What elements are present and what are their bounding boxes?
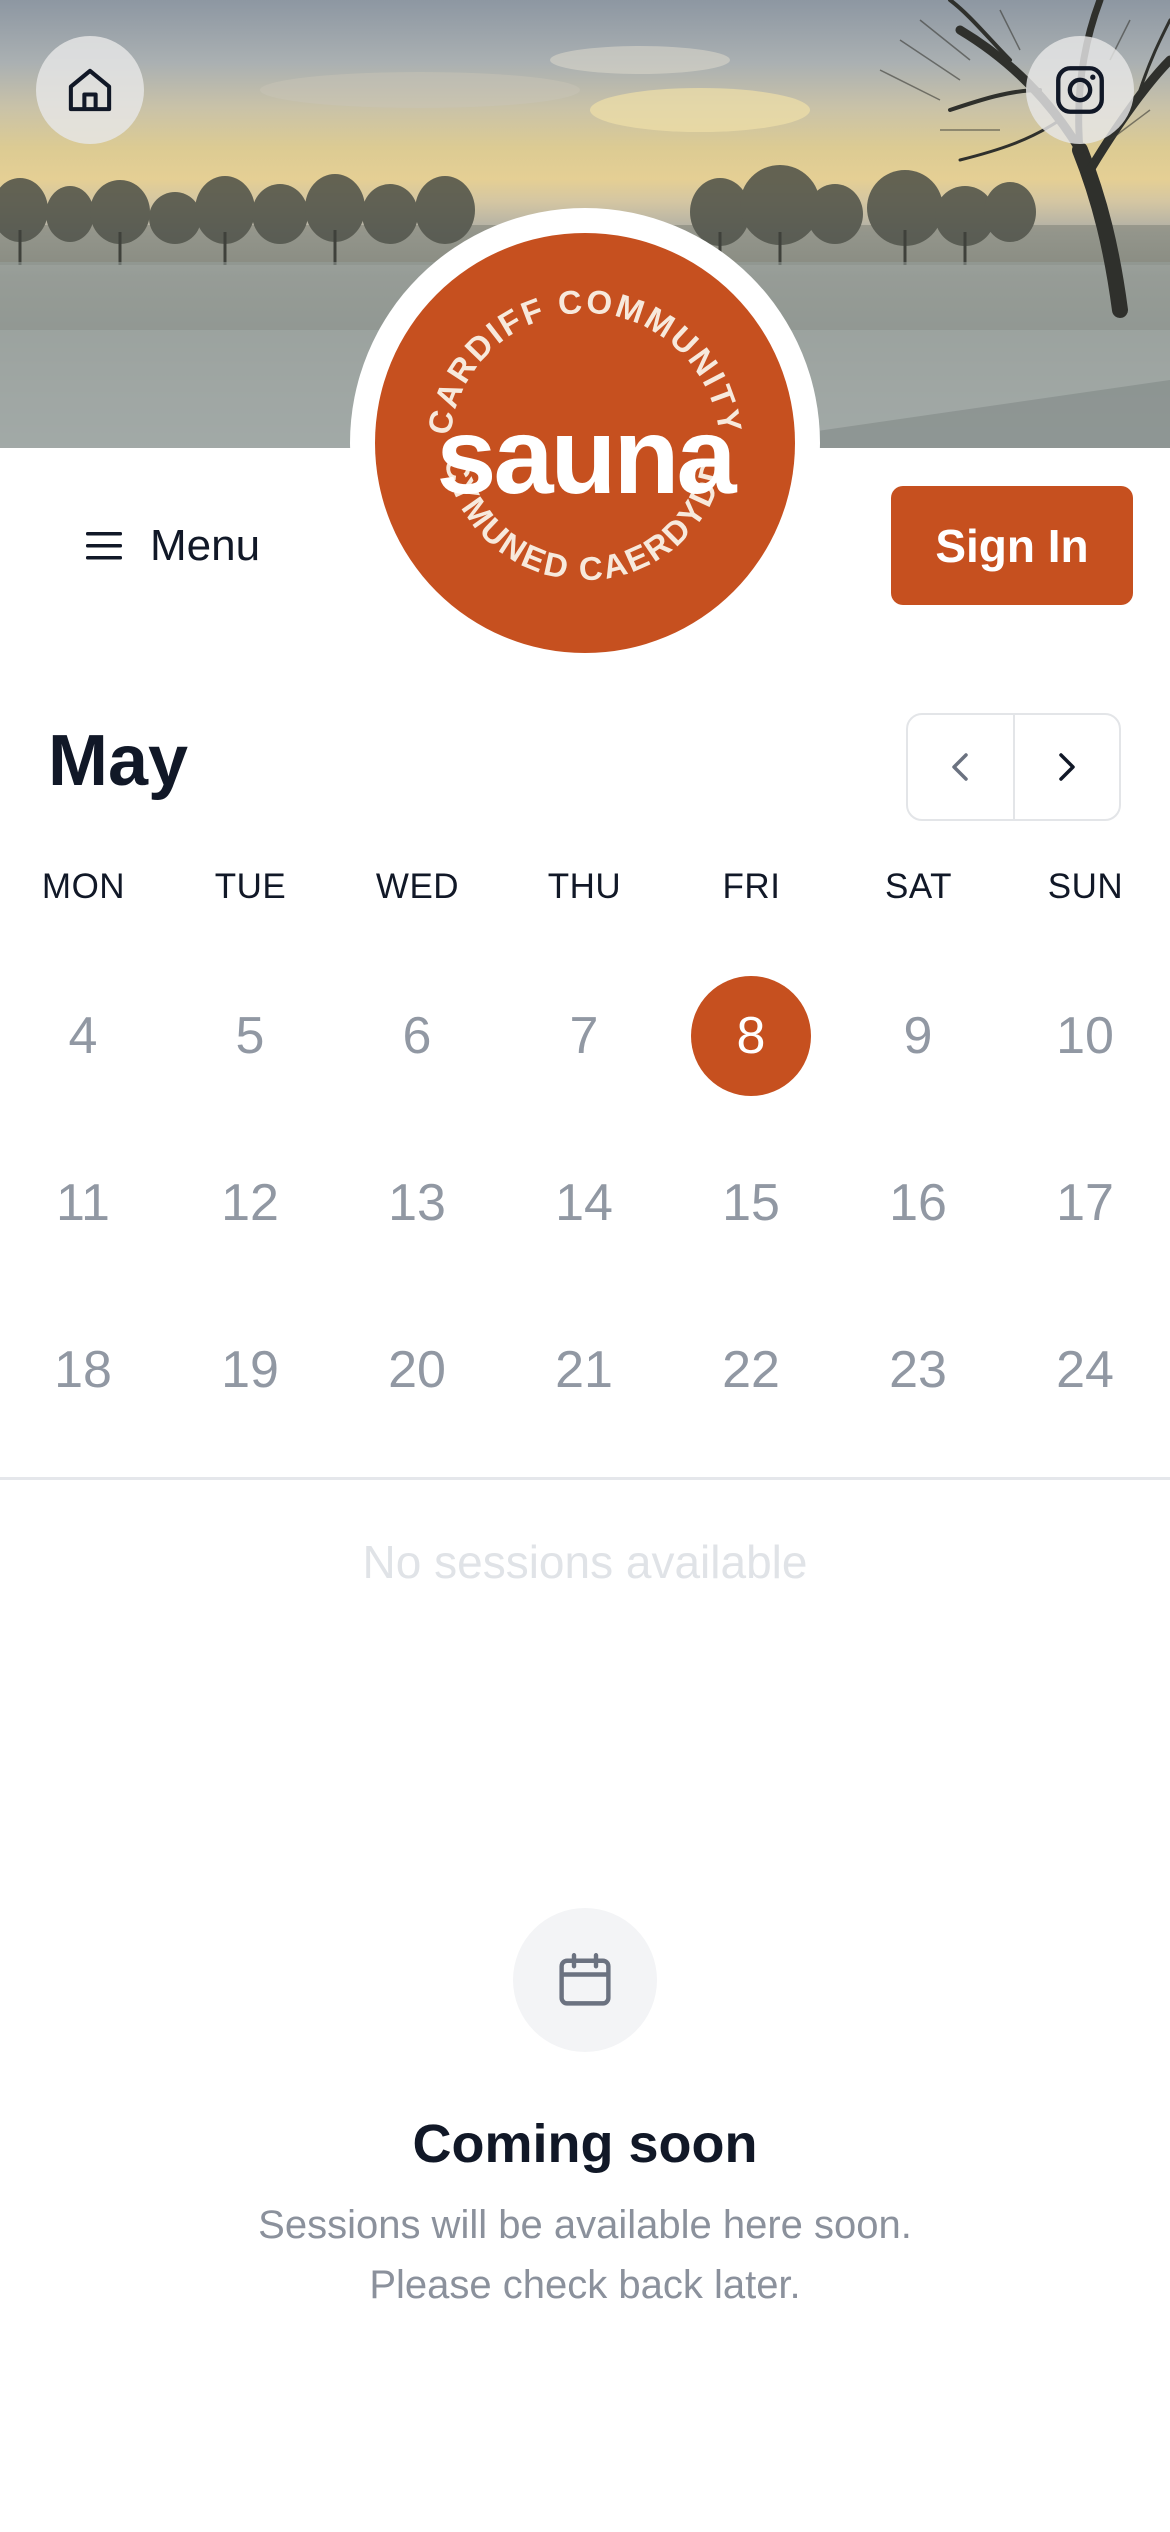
calendar-day[interactable]: 19 bbox=[190, 1310, 310, 1430]
empty-state-text-line-2: Please check back later. bbox=[369, 2263, 801, 2307]
no-sessions-label: No sessions available bbox=[362, 1536, 808, 1588]
weekday-sun: SUN bbox=[1047, 867, 1124, 906]
calendar-day[interactable]: 16 bbox=[858, 1143, 978, 1263]
menu-button[interactable]: Menu bbox=[84, 508, 260, 584]
sauna-logo[interactable]: CARDIFF COMMUNITY CYMUNED CAERDYDD sauna bbox=[375, 233, 795, 653]
calendar-divider bbox=[0, 1477, 1170, 1480]
logo-graphic: CARDIFF COMMUNITY CYMUNED CAERDYDD sauna bbox=[420, 282, 747, 587]
month-title: May bbox=[48, 721, 189, 801]
calendar-day-selected[interactable]: 8 bbox=[691, 976, 811, 1096]
calendar-day[interactable]: 23 bbox=[858, 1310, 978, 1430]
weekday-fri: FRI bbox=[722, 867, 781, 906]
weekday-header-row: MON TUE WED THU FRI SAT SUN bbox=[0, 867, 1170, 917]
calendar-day[interactable]: 5 bbox=[190, 976, 310, 1096]
empty-state-title: Coming soon bbox=[412, 2114, 758, 2174]
month-navigation bbox=[906, 713, 1121, 821]
calendar-day[interactable]: 9 bbox=[858, 976, 978, 1096]
calendar-day[interactable]: 6 bbox=[357, 976, 477, 1096]
sign-in-button[interactable]: Sign In bbox=[891, 486, 1133, 605]
calendar-day[interactable]: 24 bbox=[1025, 1310, 1145, 1430]
calendar-day[interactable]: 13 bbox=[357, 1143, 477, 1263]
weekday-sat: SAT bbox=[885, 867, 952, 906]
home-button[interactable] bbox=[36, 36, 144, 144]
previous-month-button[interactable] bbox=[908, 715, 1015, 819]
weekday-thu: THU bbox=[547, 867, 622, 906]
calendar-day[interactable]: 21 bbox=[524, 1310, 644, 1430]
next-month-button[interactable] bbox=[1015, 715, 1120, 819]
page: CARDIFF COMMUNITY CYMUNED CAERDYDD sauna… bbox=[0, 0, 1170, 2532]
instagram-icon bbox=[1056, 66, 1104, 114]
calendar-day[interactable]: 18 bbox=[23, 1310, 143, 1430]
calendar-day[interactable]: 20 bbox=[357, 1310, 477, 1430]
calendar-day[interactable]: 10 bbox=[1025, 976, 1145, 1096]
weekday-wed: WED bbox=[375, 867, 460, 906]
empty-state-text-line-1: Sessions will be available here soon. bbox=[258, 2203, 912, 2247]
calendar-day[interactable]: 12 bbox=[190, 1143, 310, 1263]
menu-label: Menu bbox=[150, 521, 261, 570]
calendar-day[interactable]: 15 bbox=[691, 1143, 811, 1263]
calendar-day[interactable]: 7 bbox=[524, 976, 644, 1096]
logo-wordmark: sauna bbox=[436, 395, 737, 516]
calendar-day[interactable]: 11 bbox=[23, 1143, 143, 1263]
weekday-mon: MON bbox=[41, 867, 126, 906]
hamburger-icon bbox=[86, 532, 122, 560]
calendar-day[interactable]: 17 bbox=[1025, 1143, 1145, 1263]
weekday-tue: TUE bbox=[214, 867, 287, 906]
instagram-button[interactable] bbox=[1026, 36, 1134, 144]
chevron-left-icon bbox=[952, 753, 968, 781]
calendar-icon bbox=[559, 1953, 611, 2006]
calendar-day[interactable]: 4 bbox=[23, 976, 143, 1096]
calendar-day[interactable]: 22 bbox=[691, 1310, 811, 1430]
home-icon bbox=[68, 68, 112, 112]
empty-state-icon-badge bbox=[513, 1908, 657, 2052]
chevron-right-icon bbox=[1059, 753, 1075, 781]
calendar-day[interactable]: 14 bbox=[524, 1143, 644, 1263]
